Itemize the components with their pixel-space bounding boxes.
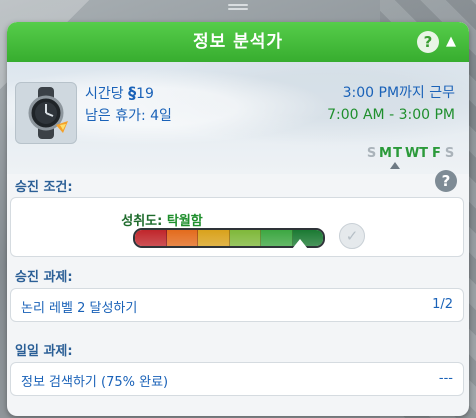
daily-task-progress: --- [438, 371, 453, 386]
vacation-remaining: 남은 휴가: 4일 [85, 108, 172, 124]
hourly-pay: 시간당 §19 [85, 82, 172, 105]
pay-and-vacation: 시간당 §19 남은 휴가: 4일 [85, 82, 172, 127]
daily-task-text: 정보 검색하기 (75% 완료) [21, 375, 169, 390]
career-info-area: 시간당 §19 남은 휴가: 4일 3:00 PM까지 근무 7:00 AM -… [7, 62, 469, 174]
checkmark-icon[interactable]: ✓ [339, 223, 365, 249]
work-schedule: 3:00 PM까지 근무 7:00 AM - 3:00 PM [327, 82, 455, 126]
day-4: T [419, 146, 430, 161]
promotion-task-text: 논리 레벨 2 달성하기 [21, 301, 138, 316]
daily-task-row[interactable]: 정보 검색하기 (75% 완료) --- [10, 362, 464, 396]
hourly-pay-value: 19 [136, 86, 154, 102]
today-marker-icon [390, 162, 400, 169]
day-5: F [432, 146, 443, 161]
performance-segment [135, 230, 167, 246]
day-6: S [444, 146, 457, 161]
performance-segment [198, 230, 230, 246]
day-1: M [379, 146, 394, 161]
performance-value: 탁월함 [166, 214, 203, 229]
collapse-icon[interactable]: ▲ [443, 32, 459, 52]
smartwatch-icon [15, 82, 77, 144]
work-hours-text: 7:00 AM - 3:00 PM [327, 107, 455, 123]
day-2: T [393, 146, 404, 161]
day-3: W [405, 146, 422, 161]
performance-segment [261, 230, 293, 246]
promotion-tasks-label: 승진 과제: [15, 270, 73, 285]
simoleon-icon: § [128, 83, 137, 102]
work-days: SMTWT F S [366, 146, 457, 161]
help-button[interactable]: ? [417, 31, 439, 53]
career-panel: 정보 분석가 ? ▲ 시간당 §19 남은 휴가: 4일 3:00 PM까지 근… [7, 22, 469, 416]
promotion-requirements-label: 승진 조건: [15, 180, 73, 195]
performance-card: 성취도: 탁월함 ✓ [10, 197, 464, 257]
hourly-pay-label: 시간당 [85, 86, 124, 102]
promotion-help-button[interactable]: ? [435, 170, 457, 192]
performance-label-text: 성취도: [121, 214, 163, 229]
daily-tasks-label: 일일 과제: [15, 344, 73, 359]
promotion-task-row[interactable]: 논리 레벨 2 달성하기 1/2 [10, 288, 464, 322]
panel-header: 정보 분석가 ? ▲ [7, 22, 469, 62]
performance-label: 성취도: 탁월함 [11, 210, 313, 229]
promotion-task-progress: 1/2 [432, 297, 453, 312]
work-until-text: 3:00 PM까지 근무 [342, 85, 455, 101]
performance-segment [229, 230, 261, 246]
drag-handle[interactable] [228, 2, 248, 12]
career-title: 정보 분석가 [192, 32, 284, 52]
performance-segment [166, 230, 198, 246]
day-0: S [366, 146, 379, 161]
performance-marker-icon [292, 239, 309, 249]
